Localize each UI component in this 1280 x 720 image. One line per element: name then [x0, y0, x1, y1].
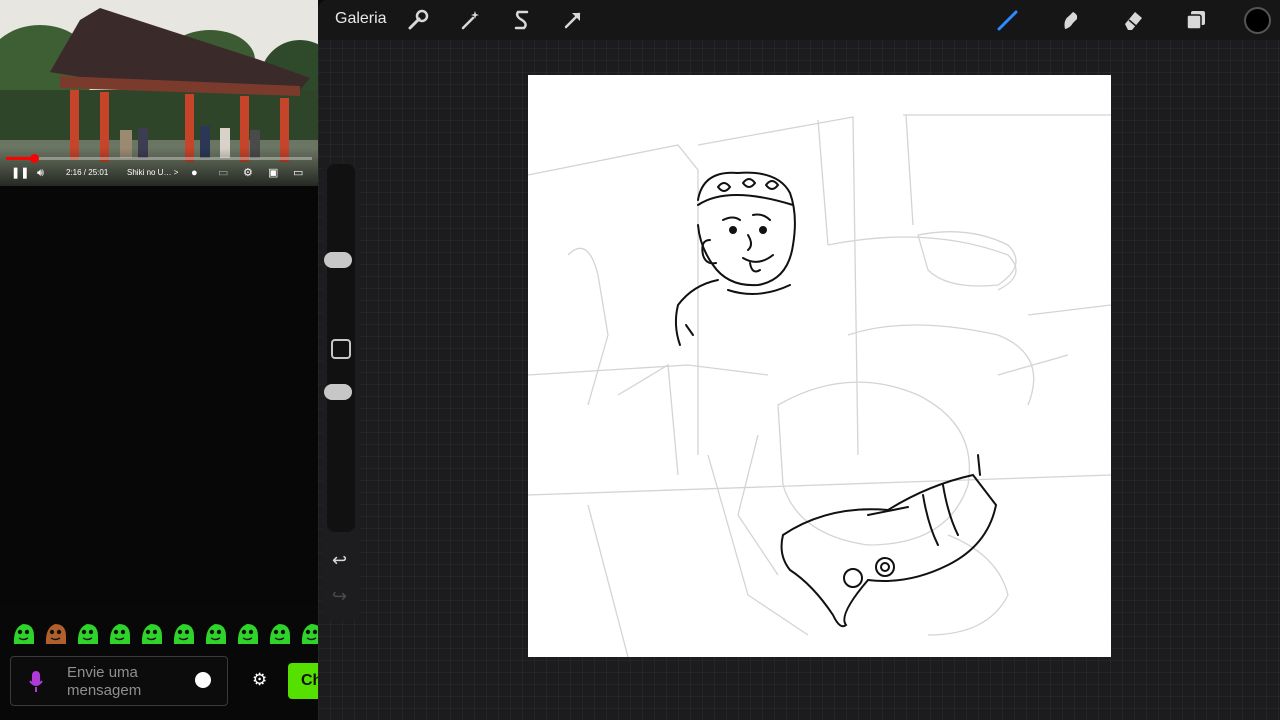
- chapter-label: Shiki no U…: [127, 168, 172, 177]
- settings-icon[interactable]: ⚙: [243, 166, 253, 180]
- time-current: 2:16: [66, 168, 82, 177]
- opacity-handle[interactable]: [324, 384, 352, 400]
- emote-2[interactable]: [42, 620, 69, 647]
- eraser-icon[interactable]: [1121, 8, 1145, 32]
- autoplay-toggle[interactable]: ●: [191, 166, 198, 180]
- volume-icon[interactable]: 🔊︎: [37, 166, 44, 180]
- video-time: 2:16 / 25:01: [66, 166, 108, 180]
- undo-icon[interactable]: ↩: [332, 550, 347, 571]
- side-toolbar: ↩ ↪: [322, 164, 360, 620]
- video-controls: ❚❚ 🔊︎ 2:16 / 25:01 Shiki no U… > ● ▭ ⚙ ▣…: [0, 148, 318, 186]
- emote-8[interactable]: [234, 620, 261, 647]
- airplay-icon[interactable]: ▭: [293, 166, 303, 180]
- color-well[interactable]: [1244, 7, 1271, 34]
- chat-input-placeholder: Envie uma mensagem: [67, 664, 142, 699]
- emote-10[interactable]: [298, 620, 318, 647]
- smudge-icon[interactable]: [1059, 8, 1083, 32]
- chat-messages: [0, 186, 318, 606]
- gallery-button[interactable]: Galeria: [335, 10, 387, 28]
- chapter-title[interactable]: Shiki no U… >: [127, 166, 178, 180]
- redo-icon[interactable]: ↪: [332, 586, 347, 607]
- emote-3[interactable]: [74, 620, 101, 647]
- brush-icon[interactable]: [996, 8, 1020, 32]
- miniplayer-icon[interactable]: ▣: [268, 166, 278, 180]
- time-total: 25:01: [88, 168, 109, 177]
- settings-icon[interactable]: ⚙: [252, 670, 267, 690]
- sketch-artwork: [528, 114, 1111, 657]
- emote-4[interactable]: [106, 620, 133, 647]
- selection-icon[interactable]: [510, 8, 534, 32]
- chevron-right-icon: >: [173, 168, 179, 177]
- video-player[interactable]: ❚❚ 🔊︎ 2:16 / 25:01 Shiki no U… > ● ▭ ⚙ ▣…: [0, 0, 318, 186]
- pause-icon[interactable]: ❚❚: [11, 166, 29, 180]
- emote-bar: [10, 620, 318, 648]
- emote-7[interactable]: [202, 620, 229, 647]
- magic-wand-icon[interactable]: [458, 8, 482, 32]
- emote-5[interactable]: [138, 620, 165, 647]
- subtitles-icon[interactable]: ▭: [218, 166, 228, 180]
- chat-input[interactable]: Envie uma mensagem: [10, 656, 228, 706]
- emote-1[interactable]: [10, 620, 37, 647]
- brush-size-handle[interactable]: [324, 252, 352, 268]
- emoji-icon[interactable]: [195, 672, 211, 688]
- emote-6[interactable]: [170, 620, 197, 647]
- transform-arrow-icon[interactable]: [561, 8, 585, 32]
- emote-9[interactable]: [266, 620, 293, 647]
- modify-button[interactable]: [331, 339, 351, 359]
- video-progress-bar[interactable]: [6, 154, 312, 163]
- video-scrubber[interactable]: [29, 154, 39, 163]
- stream-panel: ❚❚ 🔊︎ 2:16 / 25:01 Shiki no U… > ● ▭ ⚙ ▣…: [0, 0, 328, 720]
- wrench-icon[interactable]: [406, 8, 430, 32]
- procreate-app: Galeria ↩ ↪: [318, 0, 1280, 720]
- microphone-icon[interactable]: [29, 671, 43, 693]
- layers-icon[interactable]: [1184, 8, 1208, 32]
- drawing-canvas[interactable]: [528, 75, 1111, 657]
- top-toolbar: Galeria: [318, 0, 1280, 40]
